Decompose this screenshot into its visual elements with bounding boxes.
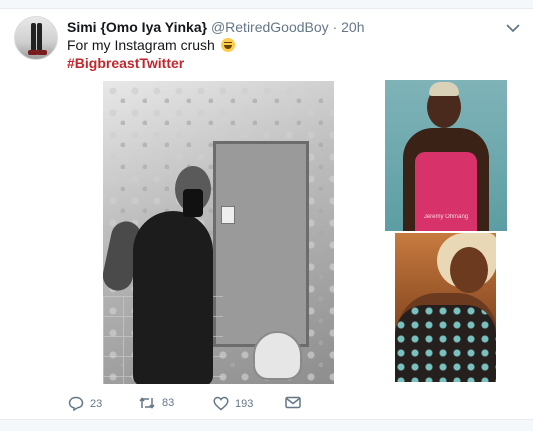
- media-photo-top-right[interactable]: Jeremy Ohmang: [385, 80, 507, 231]
- retweet-icon: [138, 396, 156, 410]
- figure-hair: [429, 82, 459, 96]
- photo-watermark: Jeremy Ohmang: [423, 214, 469, 220]
- media-photo-main[interactable]: [103, 81, 334, 384]
- hashtag-link[interactable]: #BigbreastTwitter: [67, 55, 184, 71]
- bottom-divider: [0, 419, 533, 431]
- avatar[interactable]: [14, 16, 58, 60]
- like-count: 193: [235, 397, 254, 410]
- tweet-text: For my Instagram crush: [67, 37, 235, 53]
- like-icon: [213, 396, 229, 411]
- message-button[interactable]: [285, 396, 301, 409]
- like-button[interactable]: 193: [213, 396, 253, 411]
- phone-shape: [183, 189, 203, 217]
- grinning-emoji-icon: [220, 38, 235, 52]
- figure-body: [133, 211, 213, 384]
- door-shape: [213, 141, 309, 347]
- avatar-leg-right: [37, 23, 42, 51]
- display-name[interactable]: Simi {Omo Iya Yinka}: [67, 19, 207, 35]
- tweet-timestamp[interactable]: 20h: [341, 19, 364, 35]
- patterned-top-shape: [395, 305, 496, 382]
- separator-dot: ·: [332, 19, 338, 35]
- message-icon: [285, 396, 301, 409]
- avatar-shoe-right: [37, 50, 47, 55]
- retweet-button[interactable]: 83: [138, 396, 174, 410]
- top-divider: [0, 0, 533, 9]
- tweet-text-body: For my Instagram crush: [67, 37, 215, 53]
- retweet-count: 83: [162, 397, 175, 409]
- urinal-shape: [253, 331, 302, 380]
- reply-icon: [68, 396, 84, 411]
- tweet-card[interactable]: Simi {Omo Iya Yinka} @RetiredGoodBoy · 2…: [0, 0, 533, 431]
- figure-face: [450, 247, 488, 293]
- chevron-down-icon[interactable]: [506, 20, 520, 36]
- avatar-leg-left: [31, 23, 36, 51]
- media-photo-bottom-right[interactable]: [395, 233, 496, 382]
- reply-count: 23: [90, 397, 103, 410]
- tweet-header: Simi {Omo Iya Yinka} @RetiredGoodBoy · 2…: [67, 19, 364, 35]
- user-handle[interactable]: @RetiredGoodBoy: [211, 19, 329, 35]
- door-sign: [221, 206, 235, 224]
- reply-button[interactable]: 23: [68, 396, 102, 411]
